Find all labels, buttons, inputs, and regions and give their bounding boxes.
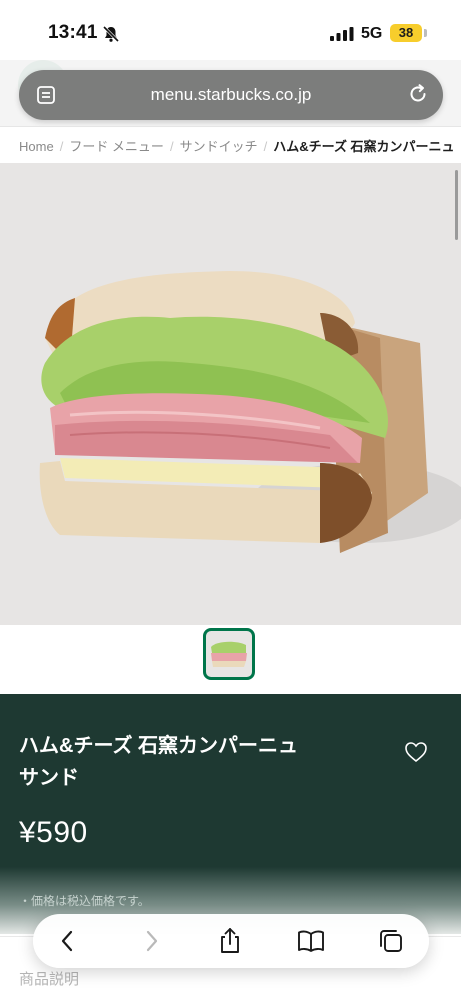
browser-toolbar xyxy=(33,914,429,968)
share-icon[interactable] xyxy=(215,926,245,956)
breadcrumb-current: ハム&チーズ 石窯カンパーニュ xyxy=(273,139,455,154)
tax-note: ・価格は税込価格です。 xyxy=(19,894,150,908)
forward-icon[interactable] xyxy=(136,926,166,956)
address-bar[interactable]: menu.starbucks.co.jp xyxy=(19,70,443,120)
product-hero-image[interactable] xyxy=(0,163,461,625)
product-description-heading: 商品説明 xyxy=(19,971,80,988)
status-time: 13:41 xyxy=(48,22,98,43)
tabs-overview-icon[interactable] xyxy=(376,926,406,956)
product-thumbnail[interactable] xyxy=(203,628,255,680)
breadcrumb-sandwich[interactable]: サンドイッチ xyxy=(180,136,258,155)
sandwich-illustration xyxy=(39,271,461,553)
product-title-line1: ハム&チーズ 石窯カンパーニュ xyxy=(19,735,298,757)
breadcrumb-home[interactable]: Home xyxy=(19,139,54,154)
breadcrumb-separator: / xyxy=(169,139,174,154)
battery-tip xyxy=(424,29,427,37)
url-text[interactable]: menu.starbucks.co.jp xyxy=(19,85,443,105)
hero-scrollbar[interactable] xyxy=(455,170,458,240)
back-icon[interactable] xyxy=(53,926,83,956)
header-divider xyxy=(0,126,461,127)
bell-slash-icon xyxy=(102,25,120,43)
breadcrumb-separator: / xyxy=(59,139,64,154)
product-title: ハム&チーズ 石窯カンパーニュ サンド xyxy=(19,730,339,794)
product-title-line2: サンド xyxy=(19,767,79,789)
breadcrumb-food-menu[interactable]: フード メニュー xyxy=(69,136,164,155)
reload-icon[interactable] xyxy=(407,83,429,105)
bookmarks-icon[interactable] xyxy=(296,926,326,956)
signal-icon xyxy=(330,27,354,41)
product-price: ¥590 xyxy=(19,816,88,849)
breadcrumb: Home / フード メニュー / サンドイッチ / ハム&チーズ 石窯カンパーニュ xyxy=(19,136,461,156)
battery-indicator: 38 xyxy=(390,24,422,42)
breadcrumb-separator: / xyxy=(263,139,268,154)
status-bar: 13:41 5G 38 xyxy=(0,0,461,66)
network-label: 5G xyxy=(361,25,383,42)
heart-icon[interactable] xyxy=(404,741,428,763)
thumbnail-illustration xyxy=(211,641,247,667)
